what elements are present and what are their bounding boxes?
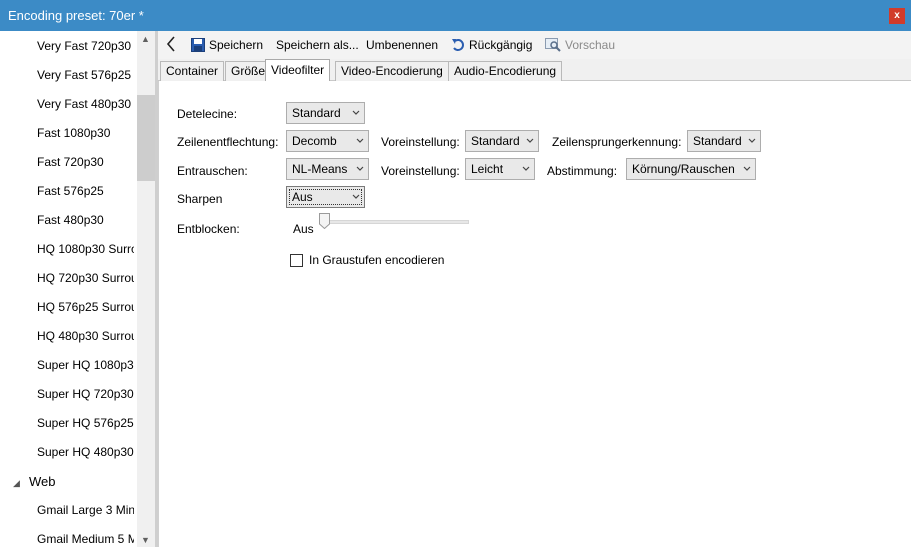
preset-list-item[interactable]: Fast 576p25	[37, 177, 134, 206]
preset-list-item[interactable]: HQ 1080p30 Surround	[37, 235, 134, 264]
deblock-slider-thumb[interactable]	[319, 213, 330, 229]
preset-list-item[interactable]: Super HQ 720p30 Surround	[37, 380, 134, 409]
chevron-down-icon	[526, 138, 534, 143]
deinterlace-preset-label: Voreinstellung:	[381, 135, 460, 149]
preview-icon	[545, 38, 561, 52]
undo-label: Rückgängig	[469, 38, 533, 52]
save-icon	[191, 38, 205, 52]
scroll-up-icon[interactable]: ▲	[141, 34, 150, 44]
undo-button[interactable]: Rückgängig	[451, 37, 532, 53]
deblock-label: Entblocken:	[177, 222, 240, 236]
preset-list-item[interactable]: Very Fast 480p30	[37, 90, 134, 119]
preset-list-item[interactable]: Very Fast 720p30	[37, 32, 134, 61]
denoise-preset-value: Leicht	[471, 162, 504, 176]
window-title: Encoding preset: 70er *	[8, 8, 144, 23]
chevron-down-icon	[522, 166, 530, 171]
sharpen-label: Sharpen	[177, 192, 223, 206]
preview-button[interactable]: Vorschau	[545, 37, 615, 53]
preview-label: Vorschau	[565, 38, 616, 52]
deblock-value-label: Aus	[293, 222, 314, 236]
preset-list-item[interactable]: Gmail Medium 5 Minutes	[37, 525, 134, 547]
interlace-detection-select[interactable]: Standard	[687, 130, 761, 152]
detelecine-label: Detelecine:	[177, 107, 238, 121]
chevron-left-icon	[166, 36, 175, 52]
preset-list-item[interactable]: Fast 720p30	[37, 148, 134, 177]
window-titlebar: Encoding preset: 70er * x	[0, 0, 911, 31]
back-button[interactable]	[166, 36, 180, 52]
toolbar: Speichern Speichern als... Umbenennen Rü…	[158, 31, 911, 59]
grayscale-label: In Graustufen encodieren	[309, 253, 445, 267]
detelecine-select[interactable]: Standard	[286, 102, 365, 124]
scroll-down-icon[interactable]: ▼	[141, 535, 150, 545]
denoise-tune-select[interactable]: Körnung/Rauschen	[626, 158, 756, 180]
rename-button[interactable]: Umbenennen	[366, 37, 438, 53]
deinterlace-value: Decomb	[292, 134, 337, 148]
denoise-preset-select[interactable]: Leicht	[465, 158, 535, 180]
chevron-down-icon	[748, 138, 756, 143]
tab-audio-encoding[interactable]: Audio-Encodierung	[448, 61, 563, 81]
save-label: Speichern	[209, 38, 264, 52]
detelecine-value: Standard	[292, 106, 341, 120]
denoise-label: Entrauschen:	[177, 164, 248, 178]
sharpen-select[interactable]: Aus	[286, 186, 365, 208]
preset-list-scrollbar[interactable]: ▲ ▼	[137, 31, 155, 547]
tab-container[interactable]: Container	[160, 61, 225, 81]
preset-list-item[interactable]: HQ 480p30 Surround	[37, 322, 134, 351]
undo-icon	[452, 39, 464, 51]
grayscale-checkbox[interactable]	[290, 254, 303, 267]
tab-video-encoding[interactable]: Video-Encodierung	[335, 61, 449, 81]
save-as-button[interactable]: Speichern als...	[276, 37, 359, 53]
preset-list-item[interactable]: Super HQ 1080p30 Surround	[37, 351, 134, 380]
denoise-select[interactable]: NL-Means	[286, 158, 369, 180]
denoise-value: NL-Means	[292, 162, 348, 176]
preset-list-item[interactable]: Very Fast 576p25	[37, 61, 134, 90]
deinterlace-select[interactable]: Decomb	[286, 130, 369, 152]
deinterlace-preset-select[interactable]: Standard	[465, 130, 539, 152]
close-button[interactable]: x	[889, 8, 905, 24]
denoise-preset-label: Voreinstellung:	[381, 164, 460, 178]
preset-list-item[interactable]: Fast 1080p30	[37, 119, 134, 148]
interlace-detection-label: Zeilensprungerkennung:	[552, 135, 682, 149]
chevron-down-icon	[352, 194, 360, 199]
denoise-tune-label: Abstimmung:	[547, 164, 618, 178]
chevron-down-icon	[356, 166, 364, 171]
preset-group[interactable]: ◢ Web	[13, 467, 56, 496]
expand-triangle-icon[interactable]: ◢	[13, 469, 29, 498]
preset-group-label: Web	[29, 474, 56, 489]
preset-list[interactable]: Very Fast 720p30 Very Fast 576p25 Very Fas…	[0, 31, 155, 547]
preset-list-item[interactable]: HQ 576p25 Surround	[37, 293, 134, 322]
chevron-down-icon	[743, 166, 751, 171]
preset-list-item[interactable]: Super HQ 480p30 Surround	[37, 438, 134, 467]
chevron-down-icon	[352, 110, 360, 115]
tab-bar: Container Größe Videofilter Video-Encodi…	[158, 59, 911, 82]
preset-list-item[interactable]: Super HQ 576p25 Surround	[37, 409, 134, 438]
save-button[interactable]: Speichern	[191, 37, 263, 53]
video-filters-panel: Detelecine: Standard Zeilenentflechtung:…	[158, 81, 911, 547]
preset-list-item[interactable]: Fast 480p30	[37, 206, 134, 235]
deinterlace-preset-value: Standard	[471, 134, 520, 148]
deblock-slider-track[interactable]	[319, 220, 469, 224]
scrollbar-thumb[interactable]	[137, 95, 155, 181]
tab-video-filters[interactable]: Videofilter	[265, 59, 331, 82]
chevron-down-icon	[356, 138, 364, 143]
denoise-tune-value: Körnung/Rauschen	[632, 162, 735, 176]
interlace-detection-value: Standard	[693, 134, 742, 148]
preset-editor: Speichern Speichern als... Umbenennen Rü…	[158, 31, 911, 547]
deinterlace-label: Zeilenentflechtung:	[177, 135, 279, 149]
preset-list-item[interactable]: Gmail Large 3 Minutes	[37, 496, 134, 525]
preset-list-item[interactable]: HQ 720p30 Surround	[37, 264, 134, 293]
